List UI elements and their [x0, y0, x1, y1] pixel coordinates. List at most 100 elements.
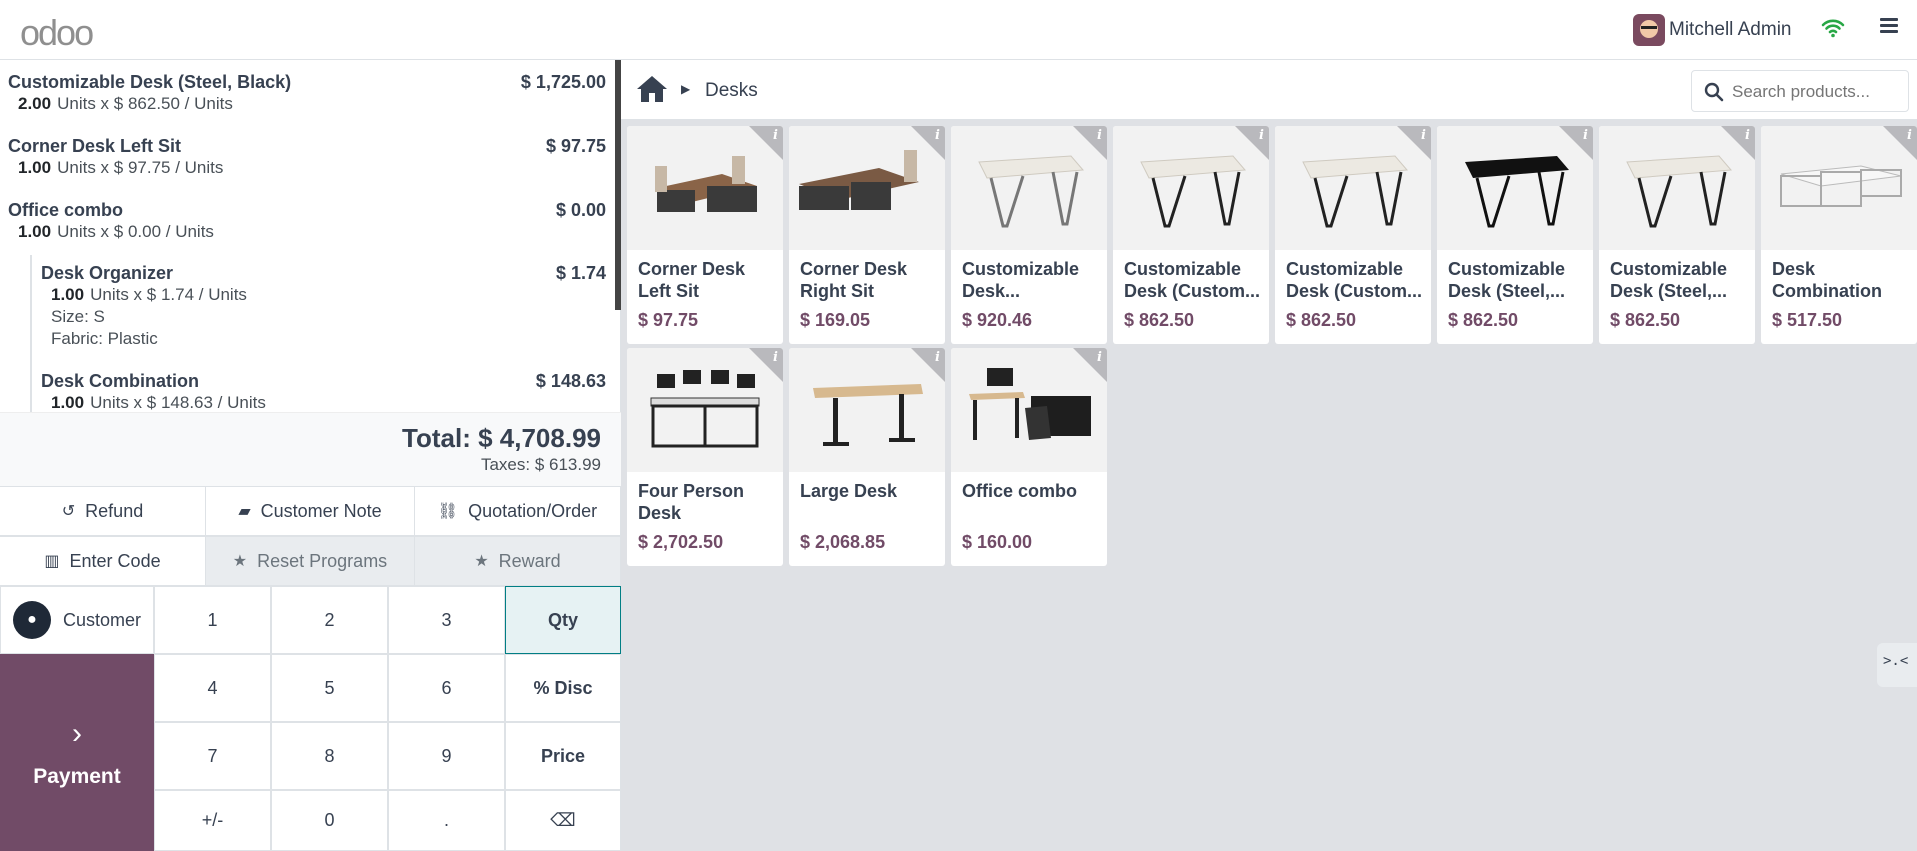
enter-code-label: Enter Code — [69, 550, 161, 571]
breadcrumb-category[interactable]: Desks — [705, 80, 758, 102]
info-icon-glyph: i — [773, 350, 778, 365]
order-line-qty-value: 2.00 — [18, 94, 52, 113]
product-card[interactable]: i Large Desk $ 2,068.85 — [789, 348, 945, 566]
numpad-key-3[interactable]: 3 — [388, 586, 505, 654]
order-line-attribute: Fabric: Plastic — [51, 329, 158, 348]
customer-note-label: Customer Note — [260, 500, 382, 521]
star-icon: ★ — [474, 553, 489, 570]
product-card[interactable]: i Customizable Desk (Steel,... $ 862.50 — [1599, 126, 1755, 344]
info-icon-glyph: i — [1421, 128, 1426, 143]
order-line-name: Desk Organizer — [41, 263, 174, 283]
numpad-key-8[interactable]: 8 — [271, 722, 388, 790]
numpad-discount-mode[interactable]: % Disc — [505, 654, 621, 722]
product-name: Customizable Desk... — [962, 259, 1080, 301]
reward-label: Reward — [498, 550, 561, 571]
numpad-key-6[interactable]: 6 — [388, 654, 505, 722]
numpad-key-4[interactable]: 4 — [154, 654, 271, 722]
order-line-unit: Units x $ 862.50 / Units — [57, 94, 233, 113]
payment-button[interactable]: › Payment — [0, 654, 154, 851]
order-line-qty: 1.00 Units x $ 1.74 / Units — [51, 285, 247, 305]
order-line-qty: 1.00 Units x $ 0.00 / Units — [18, 222, 214, 242]
order-line-name: Customizable Desk (Steel, Black) — [8, 72, 292, 92]
quotation-order-label: Quotation/Order — [468, 500, 598, 521]
product-card[interactable]: i Customizable Desk (Steel,... $ 862.50 — [1437, 126, 1593, 344]
product-card[interactable]: i Office combo $ 160.00 — [951, 348, 1107, 566]
user-name: Mitchell Admin — [1669, 19, 1792, 40]
search-box[interactable] — [1691, 70, 1909, 112]
product-price: $ 862.50 — [1610, 310, 1681, 330]
undo-icon: ↺ — [61, 503, 76, 520]
barcode-icon: ▥ — [44, 553, 60, 570]
order-line-qty: 2.00 Units x $ 862.50 / Units — [18, 94, 233, 114]
enter-code-button[interactable]: ▥ Enter Code — [0, 536, 206, 586]
customer-label: Customer — [63, 609, 142, 630]
customer-note-button[interactable]: ▰ Customer Note — [206, 486, 415, 536]
order-total: Total: $ 4,708.99 — [402, 423, 601, 453]
order-line-price: $ 1,725.00 — [520, 72, 606, 92]
order-line-price: $ 97.75 — [545, 136, 606, 156]
product-card[interactable]: i Corner Desk Right Sit $ 169.05 — [789, 126, 945, 344]
product-card[interactable]: i Customizable Desk (Custom... $ 862.50 — [1275, 126, 1431, 344]
search-icon — [1704, 82, 1724, 102]
numpad-key-5[interactable]: 5 — [271, 654, 388, 722]
product-card[interactable]: i Customizable Desk (Custom... $ 862.50 — [1113, 126, 1269, 344]
refund-button[interactable]: ↺ Refund — [0, 486, 206, 536]
expand-icon[interactable]: >.< — [1877, 643, 1917, 687]
numpad-qty-mode[interactable]: Qty — [505, 586, 621, 654]
numpad-key-2[interactable]: 2 — [271, 586, 388, 654]
numpad-key-1[interactable]: 1 — [154, 586, 271, 654]
order-line-qty-value: 1.00 — [18, 158, 52, 177]
product-price: $ 920.46 — [962, 310, 1033, 330]
product-card[interactable]: i Four Person Desk $ 2,702.50 — [627, 348, 783, 566]
order-line-name: Corner Desk Left Sit — [8, 136, 182, 156]
numpad-key-decimal[interactable]: . — [388, 790, 505, 851]
product-name: Customizable Desk (Steel,... — [1448, 259, 1566, 301]
order-line-qty: 1.00 Units x $ 97.75 / Units — [18, 158, 223, 178]
order-line-qty: 1.00 Units x $ 148.63 / Units — [51, 393, 266, 412]
info-icon-glyph: i — [773, 128, 778, 143]
home-icon[interactable] — [635, 74, 669, 104]
product-price: $ 169.05 — [800, 310, 871, 330]
quotation-order-button[interactable]: ⛓ Quotation/Order — [415, 486, 621, 536]
product-card[interactable]: i Customizable Desk... $ 920.46 — [951, 126, 1107, 344]
product-card[interactable]: i Corner Desk Left Sit $ 97.75 — [627, 126, 783, 344]
order-totals: Total: $ 4,708.99 Taxes: $ 613.99 — [0, 412, 621, 486]
reset-programs-button[interactable]: ★ Reset Programs — [206, 536, 415, 586]
customer-button[interactable]: ● Customer — [0, 586, 154, 654]
info-icon-glyph: i — [1097, 350, 1102, 365]
product-name: Corner Desk Left Sit — [638, 259, 746, 301]
product-price: $ 517.50 — [1772, 310, 1843, 330]
numpad-key-7[interactable]: 7 — [154, 722, 271, 790]
order-line-price: $ 148.63 — [535, 371, 606, 391]
order-taxes: Taxes: $ 613.99 — [480, 455, 601, 474]
info-icon-glyph: i — [935, 128, 940, 143]
reward-button[interactable]: ★ Reward — [415, 536, 621, 586]
chevron-right-icon: ▶ — [681, 82, 691, 96]
info-icon-glyph: i — [1745, 128, 1750, 143]
order-line-unit: Units x $ 97.75 / Units — [57, 158, 224, 177]
info-icon-glyph: i — [935, 350, 940, 365]
numpad-key-plus-minus[interactable]: +/- — [154, 790, 271, 851]
chevron-right-icon: › — [72, 716, 82, 750]
order-line-unit: Units x $ 1.74 / Units — [90, 285, 247, 304]
order-line-price: $ 0.00 — [555, 200, 606, 220]
backspace-icon[interactable]: ⌫ — [505, 790, 621, 851]
search-input[interactable] — [1732, 79, 1902, 105]
product-name: Office combo — [962, 481, 1078, 501]
link-icon: ⛓ — [437, 503, 459, 520]
combo-indent-bar — [30, 255, 32, 412]
numpad-price-mode[interactable]: Price — [505, 722, 621, 790]
product-price: $ 160.00 — [962, 532, 1033, 552]
product-card[interactable]: i Desk Combination $ 517.50 — [1761, 126, 1917, 344]
control-buttons: ↺ Refund ▰ Customer Note ⛓ Quotation/Ord… — [0, 486, 621, 586]
info-icon-glyph: i — [1097, 128, 1102, 143]
numpad-key-0[interactable]: 0 — [271, 790, 388, 851]
numpad-key-9[interactable]: 9 — [388, 722, 505, 790]
user-menu[interactable]: Mitchell Admin — [1633, 14, 1792, 46]
user-icon: ● — [13, 601, 51, 639]
product-name: Customizable Desk (Custom... — [1286, 259, 1423, 301]
product-price: $ 2,068.85 — [800, 532, 886, 552]
odoo-logo[interactable]: odoo — [20, 12, 94, 54]
order-lines: Customizable Desk (Steel, Black) $ 1,725… — [0, 60, 621, 412]
menu-icon[interactable] — [1880, 18, 1898, 34]
